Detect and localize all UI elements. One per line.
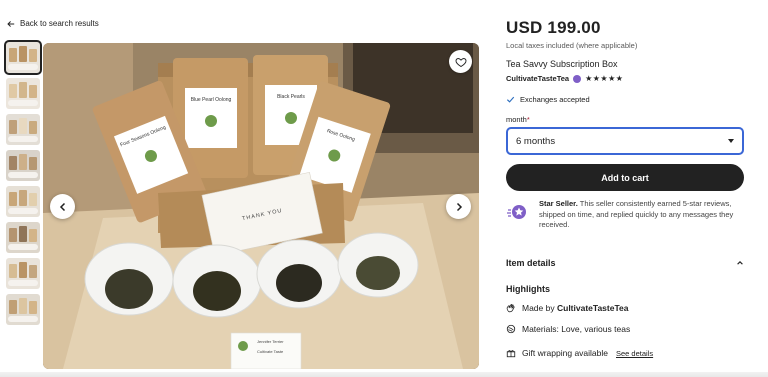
shop-name-link[interactable]: CultivateTasteTea <box>506 74 569 83</box>
next-image-button[interactable] <box>446 194 471 219</box>
star-seller-title: Star Seller. <box>539 199 578 208</box>
back-to-search-link[interactable]: Back to search results <box>7 19 99 28</box>
favorite-button[interactable] <box>449 50 472 73</box>
exchanges-text: Exchanges accepted <box>520 95 590 104</box>
product-title: Tea Savvy Subscription Box <box>506 59 618 69</box>
caret-down-icon <box>728 139 734 143</box>
thumbnail-1[interactable] <box>4 40 42 75</box>
see-details-link[interactable]: See details <box>616 349 653 358</box>
star-seller-notice: Star Seller. This seller consistently ea… <box>506 199 746 231</box>
add-to-cart-button[interactable]: Add to cart <box>506 164 744 191</box>
thumbnail-7[interactable] <box>6 258 40 289</box>
star-seller-icon <box>507 205 526 219</box>
thumbnail-strip <box>4 40 42 330</box>
shop-row: CultivateTasteTea ★★★★★ <box>506 74 623 83</box>
thumbnail-8[interactable] <box>6 294 40 325</box>
business-card-sub: Cultivate Taste <box>257 349 284 354</box>
bag-label-black-pearls: Black Pearls <box>277 94 305 100</box>
hand-wave-icon <box>506 304 515 313</box>
materials-row: Materials: Love, various teas <box>506 324 630 334</box>
star-seller-badge-icon <box>573 74 582 83</box>
gift-wrap-row: Gift wrapping available See details <box>506 348 653 358</box>
made-by-prefix: Made by <box>522 303 555 313</box>
heart-icon <box>454 57 467 67</box>
back-label: Back to search results <box>20 19 99 28</box>
chevron-left-icon <box>59 202 65 211</box>
exchanges-row: Exchanges accepted <box>506 95 590 104</box>
price: USD 199.00 <box>506 18 601 37</box>
item-details-toggle[interactable]: Item details <box>506 258 744 268</box>
month-label: month* <box>506 115 530 124</box>
month-select-value: 6 months <box>516 135 556 147</box>
chevron-right-icon <box>456 202 462 211</box>
made-by-row: Made by CultivateTasteTea <box>506 303 628 313</box>
thumbnail-4[interactable] <box>6 150 40 181</box>
main-product-image: Blue Pearl Oolong Black Pearls Four Seas… <box>43 43 479 369</box>
gift-icon <box>506 350 516 358</box>
made-by-shop[interactable]: CultivateTasteTea <box>557 303 629 313</box>
thumbnail-2[interactable] <box>6 78 40 109</box>
bag-label-blue-pearl: Blue Pearl Oolong <box>191 97 232 103</box>
bottom-edge <box>0 372 768 377</box>
previous-image-button[interactable] <box>50 194 75 219</box>
thumbnail-3[interactable] <box>6 114 40 145</box>
business-card-name: Jennifer Terrier <box>257 339 284 344</box>
thumbnail-5[interactable] <box>6 186 40 217</box>
highlights-heading: Highlights <box>506 284 550 294</box>
gift-wrap-text: Gift wrapping available <box>522 348 608 358</box>
chevron-up-icon <box>737 261 743 265</box>
tax-note: Local taxes included (where applicable) <box>506 41 638 50</box>
rating-stars[interactable]: ★★★★★ <box>585 74 623 83</box>
thumbnail-6[interactable] <box>6 222 40 253</box>
materials-text: Materials: Love, various teas <box>522 324 631 334</box>
month-select[interactable]: 6 months <box>506 127 744 155</box>
arrow-left-icon <box>7 20 15 27</box>
checkmark-icon <box>506 96 515 103</box>
item-details-title: Item details <box>506 258 556 268</box>
product-photo: Blue Pearl Oolong Black Pearls Four Seas… <box>43 43 479 369</box>
materials-icon <box>506 324 516 334</box>
required-mark: * <box>526 115 530 124</box>
month-label-text: month <box>506 115 527 124</box>
